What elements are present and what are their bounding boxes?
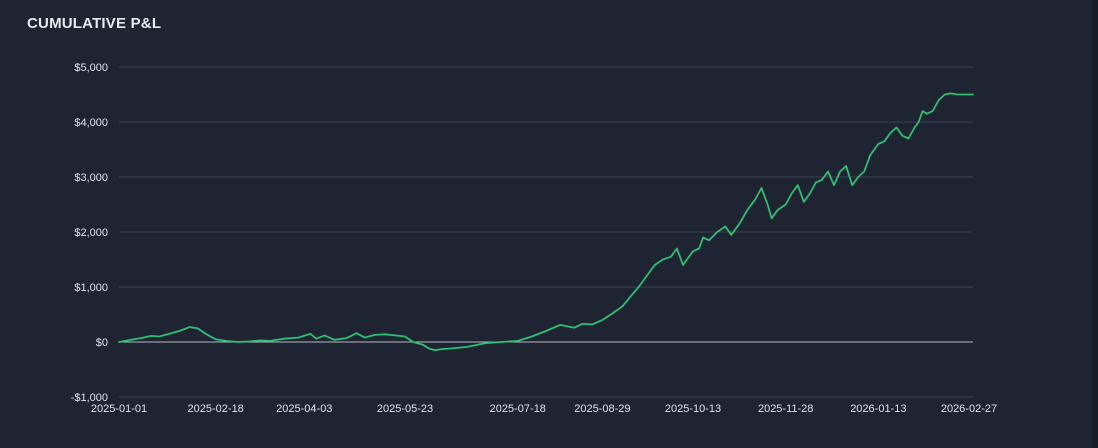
x-tick-label: 2025-05-23 bbox=[377, 403, 433, 415]
pnl-line-chart: -$1,000$0$1,000$2,000$3,000$4,000$5,000 … bbox=[71, 62, 997, 415]
x-tick-label: 2025-04-03 bbox=[276, 403, 332, 415]
x-tick-label: 2025-07-18 bbox=[490, 403, 546, 415]
series-line-0 bbox=[118, 92, 974, 352]
grid-layer bbox=[119, 66, 973, 398]
x-tick-label: 2025-01-01 bbox=[91, 403, 147, 415]
y-axis-labels: -$1,000$0$1,000$2,000$3,000$4,000$5,000 bbox=[71, 62, 108, 404]
x-tick-label: 2025-10-13 bbox=[665, 403, 721, 415]
x-tick-label: 2026-02-27 bbox=[941, 403, 997, 415]
panel-border bbox=[1092, 0, 1098, 448]
y-tick-label: $4,000 bbox=[74, 117, 108, 129]
x-tick-label: 2025-11-28 bbox=[758, 403, 813, 415]
y-tick-label: $2,000 bbox=[74, 227, 108, 239]
x-tick-label: 2025-08-29 bbox=[574, 403, 630, 415]
y-tick-label: $1,000 bbox=[74, 282, 108, 294]
x-tick-label: 2026-01-13 bbox=[850, 403, 906, 415]
y-tick-label: $5,000 bbox=[74, 62, 108, 74]
x-axis-labels: 2025-01-01 2025-02-18 2025-04-03 2025-05-23… bbox=[91, 403, 997, 415]
y-tick-label: $3,000 bbox=[74, 172, 108, 184]
x-tick-label: 2025-02-18 bbox=[188, 403, 244, 415]
series-layer bbox=[118, 92, 974, 352]
y-tick-label: $0 bbox=[96, 337, 108, 349]
